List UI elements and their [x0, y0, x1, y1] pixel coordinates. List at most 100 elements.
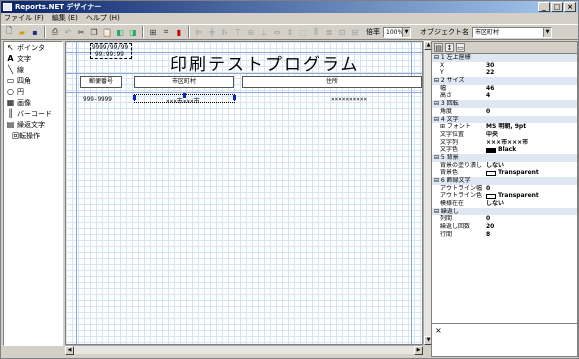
property-category[interactable]: ⊟ 4 文字 — [432, 115, 577, 124]
hspace-icon[interactable]: ⫼ — [310, 26, 322, 38]
header-city[interactable]: 市区町村 — [134, 76, 234, 88]
property-value[interactable]: 0 — [486, 215, 577, 223]
property-value[interactable]: 46 — [486, 85, 577, 93]
property-row[interactable]: アウトライン幅 0 — [432, 185, 577, 193]
property-value[interactable]: 20 — [486, 223, 577, 231]
categorized-icon[interactable]: ▤ — [434, 43, 443, 52]
center-v-icon[interactable]: ⊟ — [349, 26, 361, 38]
close-icon[interactable]: × — [435, 326, 442, 335]
align-right-icon[interactable]: ⊪ — [219, 26, 231, 38]
print-preview-icon[interactable]: ⎙ — [49, 26, 61, 38]
properties-icon[interactable]: ▮ — [173, 26, 185, 38]
property-value[interactable]: Transparent — [486, 192, 577, 200]
property-row[interactable]: 繰返し回数 20 — [432, 223, 577, 231]
canvas-horizontal-scrollbar[interactable]: ◀ ▶ — [65, 345, 423, 355]
same-size-icon[interactable]: ⬚ — [297, 26, 309, 38]
property-row[interactable]: 背景色 Transparent — [432, 169, 577, 177]
send-back-icon[interactable]: ◨ — [127, 26, 139, 38]
property-row[interactable]: 背景の塗り潰し しない — [432, 162, 577, 170]
save-icon[interactable]: ▪ — [29, 26, 41, 38]
property-row[interactable]: アウトライン色 Transparent — [432, 192, 577, 200]
property-pages-icon[interactable]: ▭ — [456, 43, 465, 52]
property-value[interactable]: 中央 — [486, 131, 577, 139]
center-h-icon[interactable]: ⊡ — [336, 26, 348, 38]
align-top-icon[interactable]: ⊤ — [232, 26, 244, 38]
minimize-button[interactable]: _ — [538, 2, 550, 12]
property-category[interactable]: ⊟ 5 背景 — [432, 153, 577, 162]
menu-edit[interactable]: 編集 (E) — [52, 13, 78, 24]
tool-pointer[interactable]: ↖ ポインタ — [4, 42, 62, 53]
scroll-right-icon[interactable]: ▶ — [414, 346, 423, 355]
property-row[interactable]: ⊞ フォント MS 明朝, 9pt — [432, 123, 577, 131]
property-value[interactable]: Transparent — [486, 169, 577, 177]
property-row[interactable]: Y 22 — [432, 69, 577, 77]
scroll-left-icon[interactable]: ◀ — [65, 346, 74, 355]
property-category[interactable]: ⊟ 2 サイズ — [432, 77, 577, 85]
address-field[interactable]: ×××××××××× — [331, 96, 367, 103]
maximize-button[interactable]: □ — [551, 2, 563, 12]
tool-barcode[interactable]: ║ バーコード — [4, 108, 62, 119]
new-file-icon[interactable]: 🗋 — [3, 26, 15, 38]
zoom-select[interactable]: 100% ▼ — [383, 26, 411, 38]
report-canvas[interactable]: 9999/99/99 99:99:99 印刷テストプログラム 郵便番号 市区町村… — [65, 41, 423, 345]
resize-handle[interactable] — [233, 95, 236, 100]
property-category[interactable]: ⊟ 3 回転 — [432, 100, 577, 108]
property-row[interactable]: 角度 0 — [432, 108, 577, 116]
align-bottom-icon[interactable]: ⊥ — [258, 26, 270, 38]
property-row[interactable]: 模様在在 しない — [432, 200, 577, 208]
header-address[interactable]: 住所 — [242, 76, 422, 88]
city-field[interactable]: ×××市×××市 — [166, 96, 200, 105]
align-center-icon[interactable]: ╪ — [206, 26, 218, 38]
copy-icon[interactable]: ❐ — [88, 26, 100, 38]
property-row[interactable]: 幅 46 — [432, 85, 577, 93]
property-value[interactable]: 4 — [486, 92, 577, 100]
property-value[interactable]: 0 — [486, 185, 577, 193]
property-row[interactable]: 文字列 ×××市×××市 — [432, 139, 577, 147]
tool-rotate[interactable]: 回転操作 — [4, 130, 62, 141]
property-value[interactable]: ×××市×××市 — [486, 139, 577, 147]
align-left-icon[interactable]: ⊫ — [193, 26, 205, 38]
tool-text[interactable]: A 文字 — [4, 53, 62, 64]
grid-icon[interactable]: ⊞ — [147, 26, 159, 38]
property-value[interactable]: 30 — [486, 62, 577, 70]
align-middle-icon[interactable]: ⊝ — [245, 26, 257, 38]
open-folder-icon[interactable]: ▰ — [16, 26, 28, 38]
header-zip[interactable]: 郵便番号 — [80, 76, 122, 88]
resize-handle[interactable] — [133, 95, 136, 100]
property-row[interactable]: 高さ 4 — [432, 92, 577, 100]
property-value[interactable]: Black — [486, 146, 577, 154]
undo-icon[interactable]: ↶ — [62, 26, 74, 38]
tool-circle[interactable]: ○ 円 — [4, 86, 62, 97]
property-value[interactable]: 0 — [486, 108, 577, 116]
report-title[interactable]: 印刷テストプログラム — [170, 50, 360, 75]
same-height-icon[interactable]: ⇕ — [284, 26, 296, 38]
property-value[interactable]: 22 — [486, 69, 577, 77]
zip-field[interactable]: 999-9999 — [83, 96, 112, 103]
tool-repeat-text[interactable]: ▤ 繰返文字 — [4, 119, 62, 130]
property-row[interactable]: 列間 0 — [432, 215, 577, 223]
property-category[interactable]: ⊟ 1 左上座標 — [432, 54, 577, 62]
menu-help[interactable]: ヘルプ (H) — [86, 13, 120, 24]
property-value[interactable]: しない — [486, 200, 577, 208]
menu-file[interactable]: ファイル (F) — [4, 13, 44, 24]
property-category[interactable]: ⊟ 繰返し — [432, 207, 577, 216]
property-row[interactable]: 行間 8 — [432, 231, 577, 239]
paste-icon[interactable]: 📋 — [101, 26, 113, 38]
cut-icon[interactable]: ✂ — [75, 26, 87, 38]
bring-front-icon[interactable]: ◧ — [114, 26, 126, 38]
alphabetical-icon[interactable]: ↕ — [445, 43, 454, 52]
close-button[interactable]: × — [564, 2, 576, 12]
property-value[interactable]: MS 明朝, 9pt — [486, 123, 577, 131]
property-value[interactable]: しない — [486, 162, 577, 170]
snap-icon[interactable]: ⌗ — [160, 26, 172, 38]
tool-line[interactable]: ╲ 線 — [4, 64, 62, 75]
tool-rectangle[interactable]: ▭ 四角 — [4, 75, 62, 86]
vspace-icon[interactable]: ≣ — [323, 26, 335, 38]
property-row[interactable]: 文字色 Black — [432, 146, 577, 154]
object-name-select[interactable]: 市区町村 ▼ — [472, 26, 552, 38]
property-row[interactable]: X 30 — [432, 62, 577, 70]
tool-image[interactable]: ▦ 画像 — [4, 97, 62, 108]
same-width-icon[interactable]: ⇔ — [271, 26, 283, 38]
property-category[interactable]: ⊟ 6 飾縁文字 — [432, 177, 577, 185]
property-value[interactable]: 8 — [486, 231, 577, 239]
